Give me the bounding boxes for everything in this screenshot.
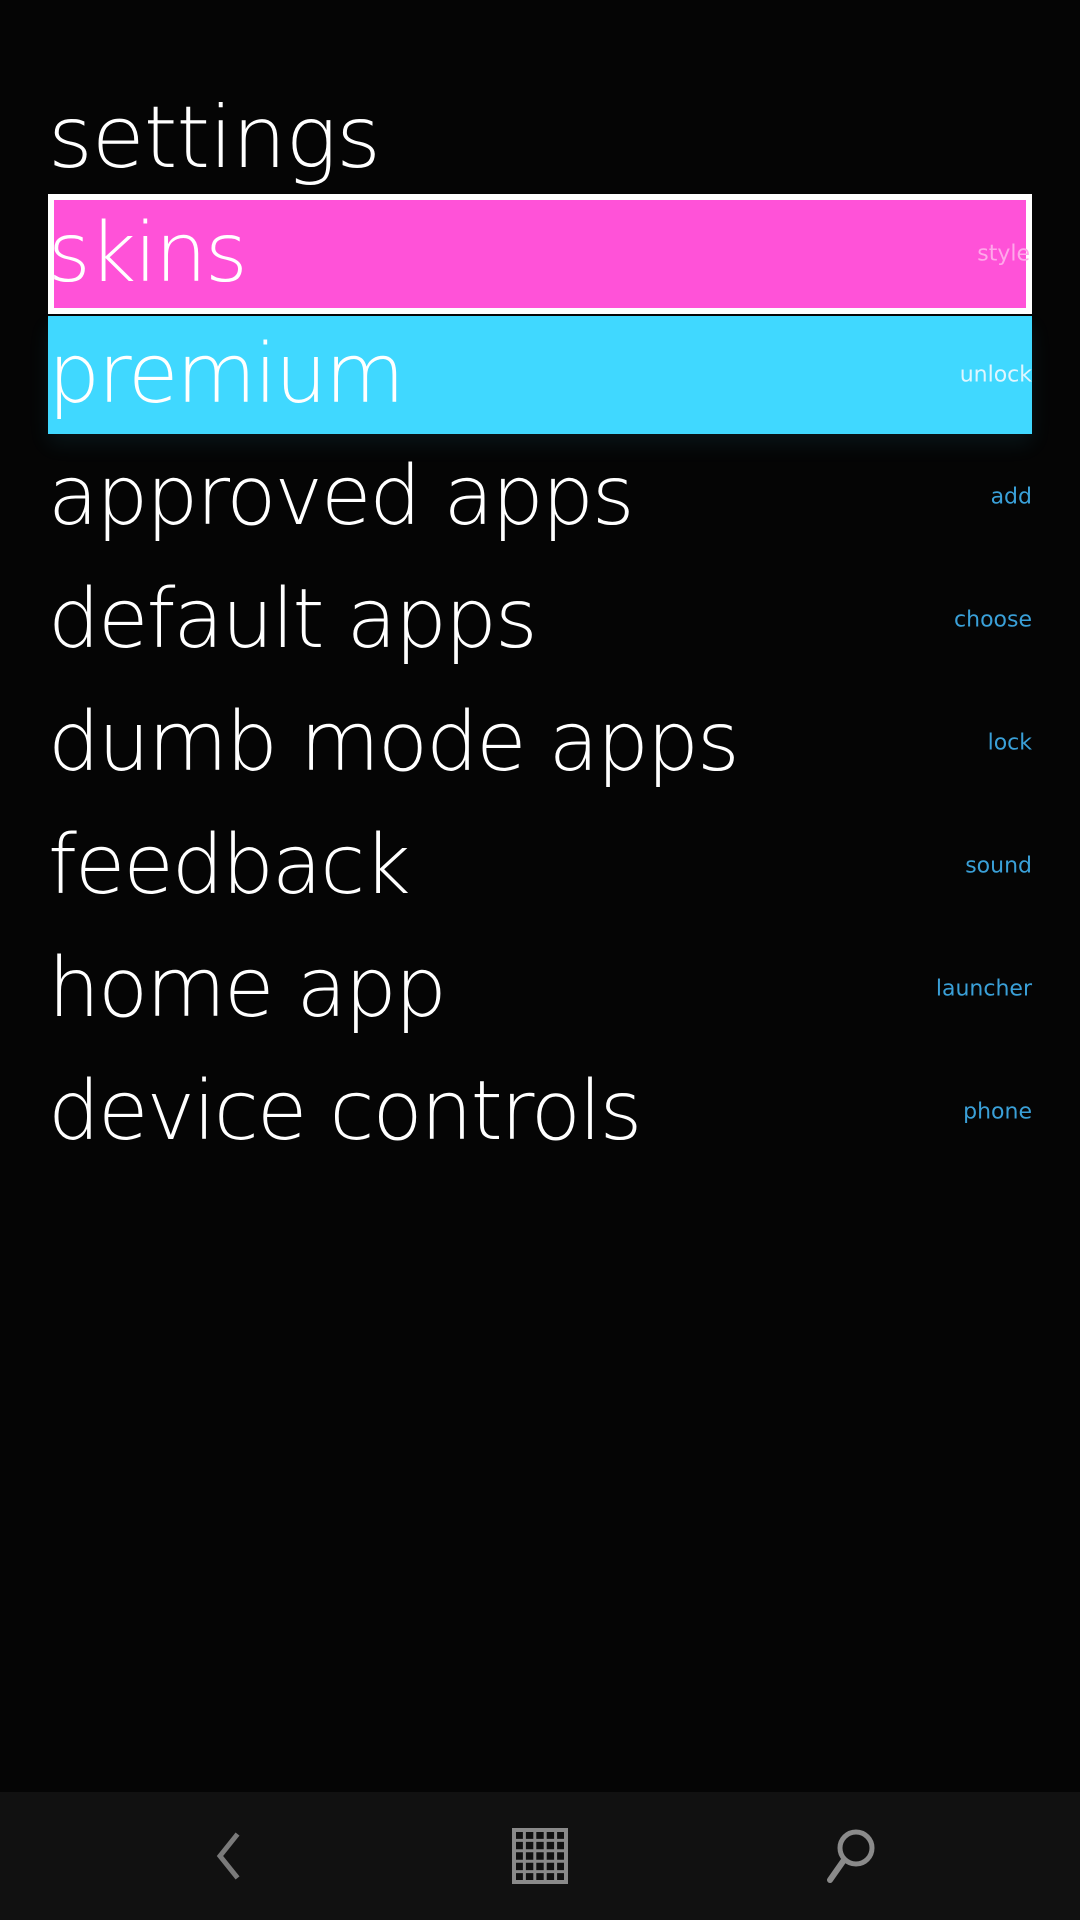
menu-item-feedback[interactable]: feedback sound	[48, 807, 1032, 925]
menu-item-label: skins	[48, 206, 248, 301]
menu-item-dumb-mode-apps[interactable]: dumb mode apps lock	[48, 684, 1032, 802]
app-grid-icon	[512, 1828, 568, 1884]
menu-item-hint: phone	[963, 1099, 1032, 1125]
search-button[interactable]	[792, 1792, 912, 1920]
menu-item-hint: choose	[954, 607, 1032, 633]
menu-item-device-controls[interactable]: device controls phone	[48, 1053, 1032, 1171]
menu-item-skins[interactable]: skins style	[48, 194, 1032, 314]
menu-item-label: home app	[48, 941, 447, 1036]
page-title: settings	[48, 88, 381, 188]
menu-item-label: device controls	[48, 1064, 642, 1159]
menu-item-label: feedback	[48, 818, 411, 913]
settings-menu: skins style premium unlock approved apps…	[48, 194, 1032, 1176]
menu-item-hint: launcher	[935, 976, 1032, 1002]
menu-item-label: default apps	[48, 572, 538, 667]
app-grid-button[interactable]	[480, 1792, 600, 1920]
menu-item-default-apps[interactable]: default apps choose	[48, 561, 1032, 679]
menu-item-approved-apps[interactable]: approved apps add	[48, 438, 1032, 556]
search-icon	[827, 1829, 875, 1883]
back-button[interactable]	[168, 1792, 288, 1920]
menu-item-hint: sound	[965, 853, 1032, 879]
menu-item-hint: add	[990, 484, 1032, 510]
bottom-nav-bar	[0, 1792, 1080, 1920]
menu-item-hint: lock	[987, 730, 1032, 756]
menu-item-label: approved apps	[48, 449, 635, 544]
menu-item-label: premium	[48, 327, 405, 422]
menu-item-label: dumb mode apps	[48, 695, 740, 790]
menu-item-home-app[interactable]: home app launcher	[48, 930, 1032, 1048]
back-icon	[216, 1832, 240, 1880]
menu-item-hint: style	[977, 241, 1030, 267]
menu-item-premium[interactable]: premium unlock	[48, 316, 1032, 434]
menu-item-hint: unlock	[959, 362, 1032, 388]
